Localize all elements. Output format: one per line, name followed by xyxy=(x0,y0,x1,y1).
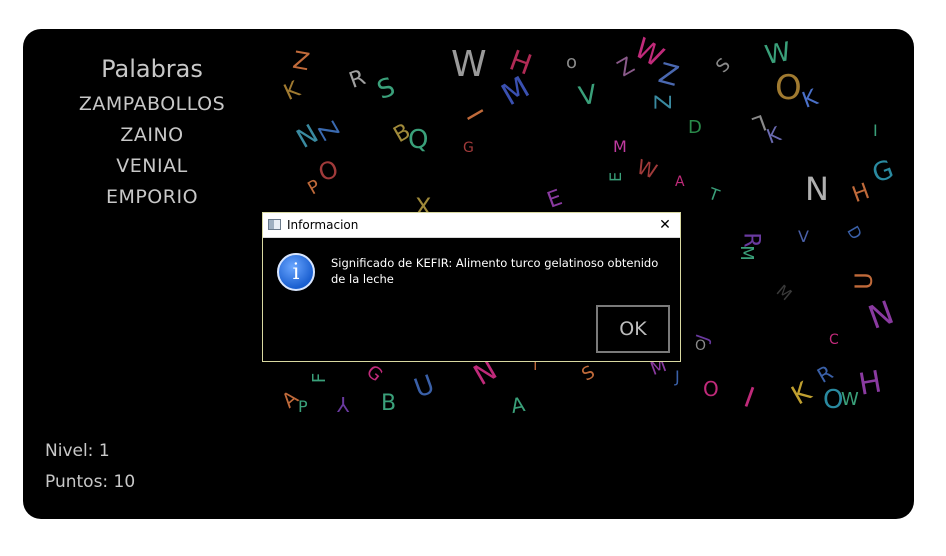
falling-letter: K xyxy=(798,85,822,114)
falling-letter: W xyxy=(841,389,859,410)
falling-letter: J xyxy=(675,367,680,386)
falling-letter: V xyxy=(576,79,600,113)
info-dialog: Informacion ✕ i Significado de KEFIR: Al… xyxy=(262,212,681,362)
falling-letter: U xyxy=(849,272,878,290)
word-item: ZAMPABOLLOS xyxy=(78,93,226,115)
words-panel-title: Palabras xyxy=(101,55,203,83)
falling-letter: W xyxy=(633,154,661,184)
level-label: Nivel: 1 xyxy=(45,441,110,461)
words-panel: Palabras ZAMPABOLLOS ZAINO VENIAL EMPORI… xyxy=(63,55,241,213)
falling-letter: U xyxy=(410,369,439,405)
score-label: Puntos: 10 xyxy=(45,472,136,492)
falling-letter: M xyxy=(772,280,796,305)
falling-letter: A xyxy=(675,174,685,190)
falling-letter: P xyxy=(304,175,325,200)
falling-letter: M xyxy=(735,245,757,261)
falling-letter: W xyxy=(451,44,487,85)
ok-button[interactable]: OK xyxy=(596,305,670,353)
falling-letter: N xyxy=(863,293,899,337)
falling-letter: Z xyxy=(648,94,674,110)
falling-letter: T xyxy=(706,183,722,206)
falling-letter: D xyxy=(688,117,702,138)
falling-letter: E xyxy=(606,171,626,183)
word-item: VENIAL xyxy=(116,155,188,177)
falling-letter: F xyxy=(309,372,331,384)
close-button[interactable]: ✕ xyxy=(650,213,680,237)
dialog-titlebar[interactable]: Informacion ✕ xyxy=(263,213,680,238)
falling-letter: B xyxy=(381,391,397,416)
falling-letter: K xyxy=(786,376,817,412)
falling-letter: R xyxy=(346,65,369,94)
falling-letter: W xyxy=(762,36,794,72)
falling-letter: S xyxy=(373,72,400,106)
falling-letter: R xyxy=(812,360,837,388)
falling-letter: G xyxy=(463,140,474,156)
falling-letter: S xyxy=(711,54,735,78)
window-icon xyxy=(268,219,281,230)
falling-letter: I xyxy=(873,121,878,140)
falling-letter: N xyxy=(805,170,829,208)
falling-letter: K xyxy=(280,77,304,106)
dialog-message: Significado de KEFIR: Alimento turco gel… xyxy=(331,256,659,286)
falling-letter: Z xyxy=(290,45,312,77)
falling-letter: Z xyxy=(655,56,683,93)
falling-letter: M xyxy=(613,137,627,156)
falling-letter: O xyxy=(703,377,719,401)
falling-letter: H xyxy=(856,364,885,403)
falling-letter: K xyxy=(763,121,784,149)
dialog-title: Informacion xyxy=(287,218,359,232)
falling-letter: Y xyxy=(337,392,350,416)
falling-letter: E xyxy=(543,185,566,214)
falling-letter: Z xyxy=(311,116,345,146)
falling-letter: I xyxy=(460,104,489,126)
falling-letter: G xyxy=(868,154,898,190)
falling-letter: A xyxy=(509,391,527,419)
word-item: EMPORIO xyxy=(105,186,199,208)
falling-letter: O xyxy=(775,68,802,108)
falling-letter: O xyxy=(695,338,707,354)
word-item: ZAINO xyxy=(120,124,184,146)
close-icon: ✕ xyxy=(659,217,671,233)
falling-letter: o xyxy=(566,52,578,73)
falling-letter: O xyxy=(314,154,343,188)
falling-letter: V xyxy=(798,227,809,246)
falling-letter: Q xyxy=(408,125,429,155)
falling-letter: P xyxy=(298,397,308,416)
falling-letter: C xyxy=(829,332,839,348)
falling-letter: D xyxy=(843,222,866,243)
falling-letter: S xyxy=(578,361,599,386)
falling-letter: I xyxy=(739,380,759,415)
falling-letter: H xyxy=(849,178,874,209)
falling-letter: G xyxy=(362,361,387,387)
falling-letter: M xyxy=(495,69,536,114)
info-icon: i xyxy=(277,253,315,291)
